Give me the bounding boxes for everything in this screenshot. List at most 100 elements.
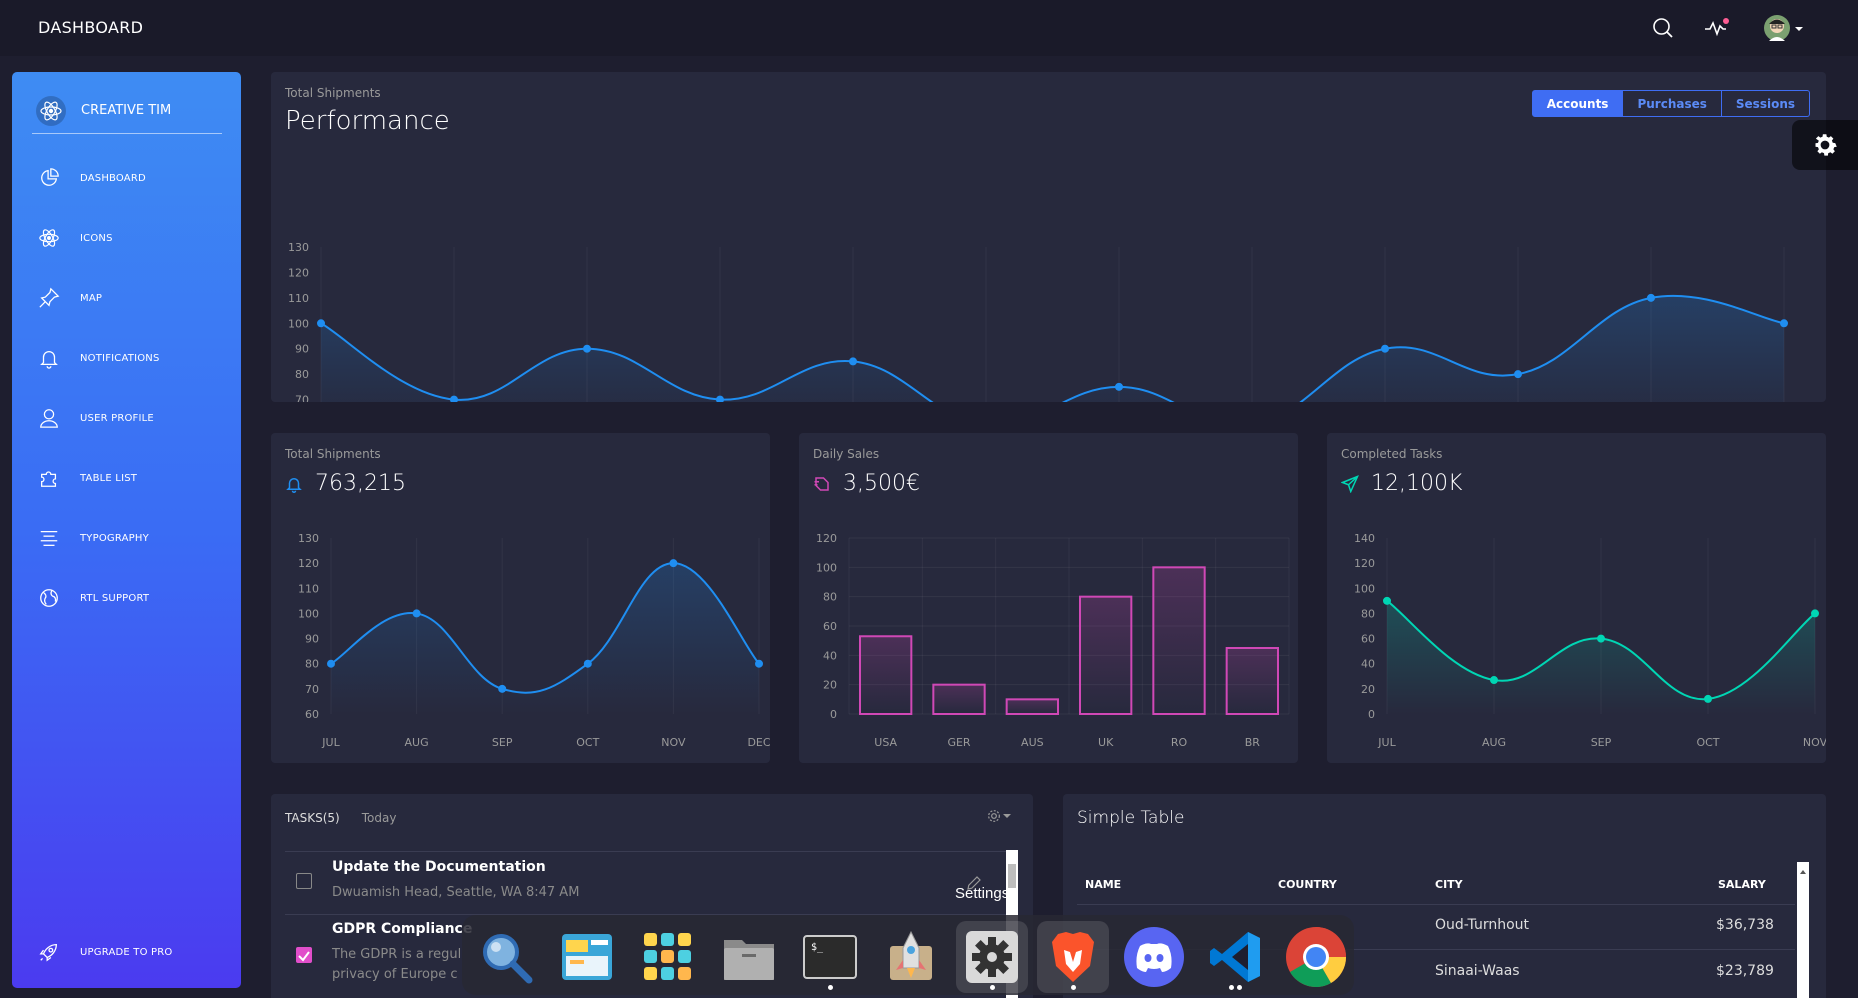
sidebar-item-map[interactable]: MAP <box>38 283 102 313</box>
task-title: Update the Documentation <box>332 859 546 875</box>
vscode-app[interactable] <box>1199 921 1271 993</box>
table-header-salary: SALARY <box>1718 878 1766 891</box>
data-point <box>755 659 763 668</box>
y-tick-label: 130 <box>288 241 309 254</box>
sidebar-item-typography[interactable]: TYPOGRAPHY <box>38 523 149 553</box>
running-indicator <box>990 985 995 990</box>
search-icon[interactable] <box>1648 14 1678 42</box>
data-point <box>1647 293 1655 302</box>
task-checkbox[interactable] <box>296 873 312 889</box>
area-fill <box>331 563 759 714</box>
user-icon <box>40 409 58 428</box>
rocket-app[interactable] <box>875 921 947 993</box>
y-tick-label: 110 <box>298 582 319 595</box>
spaceship-icon <box>39 944 57 962</box>
y-tick-label: 120 <box>288 266 309 279</box>
task-checkbox[interactable] <box>296 947 312 963</box>
atom-icon <box>39 229 59 247</box>
folder-app[interactable] <box>713 921 785 993</box>
x-tick-label: JUL <box>1377 736 1396 749</box>
sidebar-item-dashboard[interactable]: DASHBOARD <box>38 163 146 193</box>
avatar-dropdown[interactable] <box>1760 14 1810 42</box>
sidebar-item-notifications[interactable]: NOTIFICATIONS <box>38 343 160 373</box>
terminal-icon: $_ <box>803 935 857 979</box>
magnifier-app[interactable] <box>470 921 542 993</box>
y-tick-label: 90 <box>305 633 319 646</box>
table-header-name: NAME <box>1085 878 1122 891</box>
y-tick-label: 100 <box>298 607 319 620</box>
daily-sales-card: Daily Sales 3,500€ 0 20 40 60 80 100 120 USA GER… <box>799 433 1298 763</box>
app-grid-app[interactable] <box>632 921 704 993</box>
x-tick-label: UK <box>1098 736 1114 749</box>
data-point <box>583 344 591 353</box>
y-tick-label: 40 <box>1361 658 1375 671</box>
bar <box>859 635 913 715</box>
completed-tasks-card: Completed Tasks 12,100K 0 20 40 60 80 100 120 1… <box>1327 433 1826 763</box>
y-tick-label: 40 <box>823 649 837 662</box>
task-subtitle: Dwuamish Head, Seattle, WA 8:47 AM <box>332 885 580 900</box>
x-tick-label: AUG <box>1482 736 1506 749</box>
file-manager-icon <box>562 934 612 980</box>
fixed-plugin-gear-icon[interactable] <box>1792 120 1858 170</box>
running-indicator <box>1237 985 1242 990</box>
chart-pie-icon <box>41 168 59 186</box>
sidebar-item-rtl-support[interactable]: RTL SUPPORT <box>38 583 149 613</box>
y-tick-label: 70 <box>295 394 309 402</box>
y-tick-label: 130 <box>298 532 319 545</box>
sidebar-header[interactable]: CREATIVE TIM <box>32 88 222 134</box>
data-point <box>327 659 335 668</box>
discord-app[interactable] <box>1118 921 1190 993</box>
y-tick-label: 100 <box>1354 582 1375 595</box>
y-tick-label: 110 <box>288 292 309 305</box>
y-tick-label: 60 <box>1361 633 1375 646</box>
data-point <box>412 609 421 618</box>
sidebar-item-label: RTL SUPPORT <box>80 592 150 604</box>
chrome-icon <box>1286 927 1346 988</box>
y-tick-label: 70 <box>305 683 319 696</box>
sidebar-item-label: NOTIFICATIONS <box>80 352 160 364</box>
brave-app[interactable] <box>1037 921 1109 993</box>
y-tick-label: 80 <box>305 658 319 671</box>
file-manager-app[interactable] <box>551 921 623 993</box>
x-tick-label: BR <box>1245 736 1261 749</box>
settings-app[interactable] <box>956 921 1028 993</box>
x-tick-label: SEP <box>1591 736 1612 749</box>
chrome-app[interactable] <box>1280 921 1352 993</box>
bar <box>1225 647 1279 715</box>
tasks-subtitle: Today <box>361 811 397 825</box>
magnifier-icon <box>483 934 533 984</box>
y-tick-label: 90 <box>295 343 309 356</box>
data-point <box>669 559 678 568</box>
terminal-app[interactable]: $_ <box>794 921 866 993</box>
data-point <box>1115 382 1123 391</box>
puzzle-icon <box>41 471 57 487</box>
data-point <box>1381 344 1389 353</box>
table-scrollbar[interactable] <box>1797 862 1809 998</box>
sidebar-item-table-list[interactable]: TABLE LIST <box>38 463 137 493</box>
sidebar-title: CREATIVE TIM <box>81 103 172 118</box>
y-tick-label: 20 <box>1361 683 1375 696</box>
gear-icon <box>988 810 1000 822</box>
sales-bar-chart: 0 20 40 60 80 100 120 USA GER AUS UK RO BR <box>816 532 1290 749</box>
data-point <box>716 395 724 402</box>
activity-icon[interactable] <box>1702 14 1732 42</box>
data-point <box>1811 609 1819 618</box>
sidebar-item-label: ICONS <box>80 232 113 244</box>
y-tick-label: 0 <box>830 708 837 721</box>
sidebar-item-icons[interactable]: ICONS <box>38 223 113 253</box>
brave-icon <box>1052 932 1094 982</box>
sidebar-item-user-profile[interactable]: USER PROFILE <box>38 403 154 433</box>
svg-text:$_: $_ <box>811 942 824 953</box>
tasks-line-chart: 0 20 40 60 80 100 120 140 JUL AUG SEP OCT NOV <box>1354 532 1826 749</box>
rocket-icon <box>890 930 932 980</box>
settings-dropdown[interactable] <box>986 808 1012 824</box>
data-point <box>1490 676 1498 685</box>
task-item: Update the Documentation Dwuamish Head, … <box>285 851 1015 914</box>
x-tick-label: GER <box>947 736 970 749</box>
align-center-icon <box>40 530 58 546</box>
task-title: GDPR Compliance <box>332 921 473 937</box>
navbar-brand[interactable]: DASHBOARD <box>38 18 143 37</box>
app-dock: $_ <box>462 915 1354 995</box>
running-indicator <box>828 985 833 990</box>
upgrade-to-pro-link[interactable]: UPGRADE TO PRO <box>38 937 173 967</box>
